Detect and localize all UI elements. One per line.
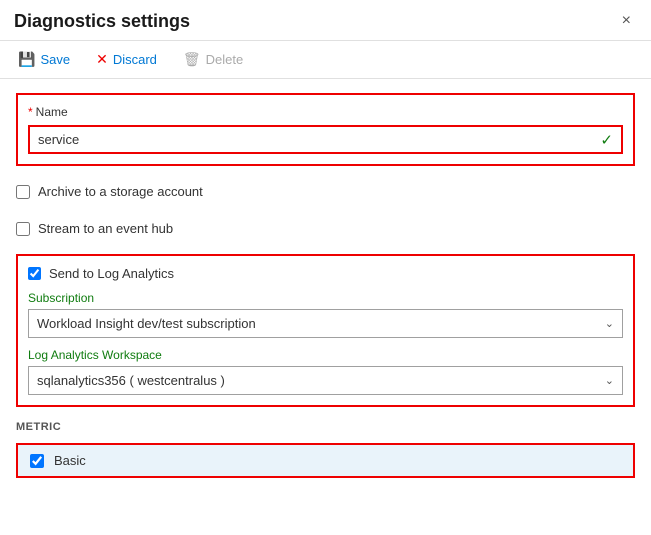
- subscription-label: Subscription: [28, 291, 623, 305]
- required-star: *: [28, 105, 33, 119]
- valid-checkmark-icon: ✓: [600, 131, 613, 149]
- panel-header: Diagnostics settings ×: [0, 0, 651, 41]
- delete-icon: 🗑: [183, 51, 201, 68]
- workspace-dropdown[interactable]: sqlanalytics356 ( westcentralus ): [29, 367, 622, 394]
- delete-button[interactable]: 🗑 Delete: [179, 49, 247, 70]
- form-content: *Name ✓ Archive to a storage account Str…: [0, 79, 651, 535]
- name-input[interactable]: [30, 127, 621, 152]
- archive-label[interactable]: Archive to a storage account: [38, 184, 203, 199]
- basic-metric-row: Basic: [16, 443, 635, 478]
- log-analytics-header: Send to Log Analytics: [28, 266, 623, 281]
- stream-row: Stream to an event hub: [16, 217, 635, 240]
- workspace-dropdown-wrapper: sqlanalytics356 ( westcentralus ) ⌄: [28, 366, 623, 395]
- log-analytics-section: Send to Log Analytics Subscription Workl…: [16, 254, 635, 407]
- name-input-wrapper: ✓: [28, 125, 623, 154]
- log-analytics-label[interactable]: Send to Log Analytics: [49, 266, 174, 281]
- name-section: *Name ✓: [16, 93, 635, 166]
- basic-metric-checkbox[interactable]: [30, 454, 44, 468]
- save-label: Save: [40, 52, 70, 67]
- discard-icon: ✕: [96, 51, 108, 68]
- archive-checkbox[interactable]: [16, 185, 30, 199]
- basic-metric-label[interactable]: Basic: [54, 453, 86, 468]
- discard-label: Discard: [113, 52, 157, 67]
- close-button[interactable]: ×: [616, 10, 637, 32]
- stream-label[interactable]: Stream to an event hub: [38, 221, 173, 236]
- metric-header: METRIC: [16, 421, 635, 437]
- log-analytics-checkbox[interactable]: [28, 267, 41, 280]
- subscription-dropdown-wrapper: Workload Insight dev/test subscription ⌄: [28, 309, 623, 338]
- subscription-dropdown[interactable]: Workload Insight dev/test subscription: [29, 310, 622, 337]
- save-button[interactable]: 💾 Save: [14, 49, 74, 70]
- workspace-label: Log Analytics Workspace: [28, 348, 623, 362]
- subscription-field: Subscription Workload Insight dev/test s…: [28, 291, 623, 338]
- metric-section: METRIC Basic: [16, 421, 635, 478]
- name-field-label: *Name: [28, 105, 623, 119]
- workspace-field: Log Analytics Workspace sqlanalytics356 …: [28, 348, 623, 395]
- stream-checkbox[interactable]: [16, 222, 30, 236]
- discard-button[interactable]: ✕ Discard: [92, 49, 161, 70]
- panel-title: Diagnostics settings: [14, 11, 190, 32]
- delete-label: Delete: [206, 52, 244, 67]
- diagnostics-panel: Diagnostics settings × 💾 Save ✕ Discard …: [0, 0, 651, 535]
- toolbar: 💾 Save ✕ Discard 🗑 Delete: [0, 41, 651, 79]
- archive-row: Archive to a storage account: [16, 180, 635, 203]
- save-icon: 💾: [18, 51, 35, 68]
